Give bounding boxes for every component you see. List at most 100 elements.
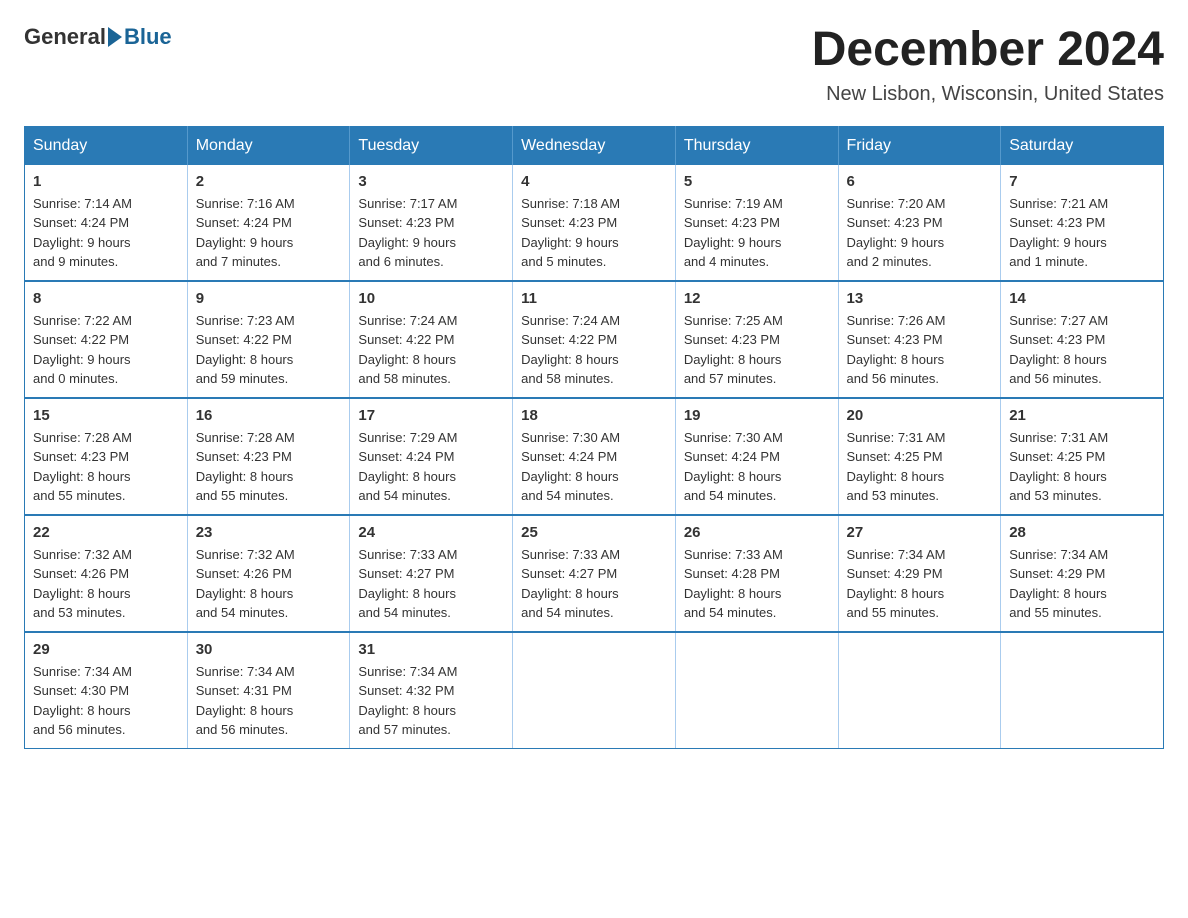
- daylight-text: Daylight: 8 hours: [196, 703, 294, 718]
- day-cell: 20Sunrise: 7:31 AMSunset: 4:25 PMDayligh…: [838, 398, 1001, 515]
- daylight-text: Daylight: 9 hours: [33, 352, 131, 367]
- calendar-header: SundayMondayTuesdayWednesdayThursdayFrid…: [25, 126, 1164, 165]
- day-number: 1: [33, 173, 179, 190]
- day-info: Sunrise: 7:24 AMSunset: 4:22 PMDaylight:…: [358, 311, 504, 389]
- logo-blue: Blue: [124, 24, 172, 50]
- day-info: Sunrise: 7:23 AM Sunset: 4:22 PM Daylight:…: [196, 311, 342, 389]
- page-header: General Blue December 2024 New Lisbon, W…: [24, 24, 1164, 106]
- day-number: 30: [196, 641, 342, 658]
- sunrise-text: Sunrise: 7:24 AM: [521, 313, 620, 328]
- sunset-text: Sunset: 4:29 PM: [847, 566, 943, 581]
- day-info: Sunrise: 7:33 AMSunset: 4:27 PMDaylight:…: [358, 545, 504, 623]
- day-cell: 10Sunrise: 7:24 AMSunset: 4:22 PMDayligh…: [350, 281, 513, 398]
- day-number: 23: [196, 524, 342, 541]
- daylight-minutes-text: and 57 minutes.: [358, 722, 451, 737]
- day-info: Sunrise: 7:14 AMSunset: 4:24 PMDaylight:…: [33, 194, 179, 272]
- sunrise-text: Sunrise: 7:22 AM: [33, 313, 132, 328]
- daylight-text: Daylight: 8 hours: [33, 586, 131, 601]
- header-wednesday: Wednesday: [513, 126, 676, 165]
- header-row: SundayMondayTuesdayWednesdayThursdayFrid…: [25, 126, 1164, 165]
- day-number: 6: [847, 173, 993, 190]
- daylight-minutes-text: and 53 minutes.: [847, 488, 940, 503]
- daylight-text: Daylight: 9 hours: [1009, 235, 1107, 250]
- week-row-5: 29 Sunrise: 7:34 AM Sunset: 4:30 PM Dayligh…: [25, 632, 1164, 749]
- day-cell: 27Sunrise: 7:34 AMSunset: 4:29 PMDayligh…: [838, 515, 1001, 632]
- sunset-text: Sunset: 4:24 PM: [521, 449, 617, 464]
- daylight-minutes-text: and 6 minutes.: [358, 254, 443, 269]
- daylight-minutes-text: and 54 minutes.: [521, 605, 614, 620]
- day-number: 3: [358, 173, 504, 190]
- day-info: Sunrise: 7:25 AMSunset: 4:23 PMDaylight:…: [684, 311, 830, 389]
- calendar-title: December 2024: [812, 24, 1164, 77]
- sunrise-text: Sunrise: 7:32 AM: [33, 547, 132, 562]
- day-cell: 1 Sunrise: 7:14 AMSunset: 4:24 PMDaylight…: [25, 165, 188, 281]
- sunrise-text: Sunrise: 7:33 AM: [521, 547, 620, 562]
- daylight-text: Daylight: 8 hours: [196, 586, 294, 601]
- sunset-text: Sunset: 4:24 PM: [33, 215, 129, 230]
- day-info: Sunrise: 7:27 AMSunset: 4:23 PMDaylight:…: [1009, 311, 1155, 389]
- sunrise-text: Sunrise: 7:24 AM: [358, 313, 457, 328]
- daylight-minutes-text: and 55 minutes.: [33, 488, 126, 503]
- week-row-2: 8Sunrise: 7:22 AMSunset: 4:22 PMDaylight…: [25, 281, 1164, 398]
- daylight-text: Daylight: 8 hours: [1009, 352, 1107, 367]
- day-number: 29: [33, 641, 179, 658]
- daylight-minutes-text: and 54 minutes.: [684, 488, 777, 503]
- sunset-text: Sunset: 4:23 PM: [33, 449, 129, 464]
- day-info: Sunrise: 7:33 AMSunset: 4:27 PMDaylight:…: [521, 545, 667, 623]
- sunset-text: Sunset: 4:23 PM: [847, 332, 943, 347]
- logo-text: General Blue: [24, 24, 172, 50]
- day-number: 21: [1009, 407, 1155, 424]
- daylight-text: Daylight: 9 hours: [33, 235, 131, 250]
- sunset-text: Sunset: 4:22 PM: [196, 332, 292, 347]
- sunset-text: Sunset: 4:23 PM: [847, 215, 943, 230]
- sunset-text: Sunset: 4:32 PM: [358, 683, 454, 698]
- daylight-text: Daylight: 8 hours: [196, 469, 294, 484]
- daylight-minutes-text: and 55 minutes.: [847, 605, 940, 620]
- sunrise-text: Sunrise: 7:19 AM: [684, 196, 783, 211]
- day-info: Sunrise: 7:18 AMSunset: 4:23 PMDaylight:…: [521, 194, 667, 272]
- sunrise-text: Sunrise: 7:16 AM: [196, 196, 295, 211]
- day-cell: 29Sunrise: 7:34 AMSunset: 4:30 PMDayligh…: [25, 632, 188, 749]
- sunrise-text: Sunrise: 7:34 AM: [358, 664, 457, 679]
- daylight-minutes-text: and 5 minutes.: [521, 254, 606, 269]
- daylight-minutes-text: and 2 minutes.: [847, 254, 932, 269]
- daylight-text: Daylight: 8 hours: [684, 469, 782, 484]
- sunset-text: Sunset: 4:28 PM: [684, 566, 780, 581]
- daylight-minutes-text: and 54 minutes.: [684, 605, 777, 620]
- day-cell: 23Sunrise: 7:32 AMSunset: 4:26 PMDayligh…: [187, 515, 350, 632]
- daylight-minutes-text: and 55 minutes.: [1009, 605, 1102, 620]
- day-info: Sunrise: 7:24 AMSunset: 4:22 PMDaylight:…: [521, 311, 667, 389]
- sunset-text: Sunset: 4:23 PM: [521, 215, 617, 230]
- sunrise-text: Sunrise: 7:18 AM: [521, 196, 620, 211]
- day-cell: 21Sunrise: 7:31 AMSunset: 4:25 PMDayligh…: [1001, 398, 1164, 515]
- sunset-text: Sunset: 4:24 PM: [196, 215, 292, 230]
- sunset-text: Sunset: 4:24 PM: [358, 449, 454, 464]
- daylight-minutes-text: and 0 minutes.: [33, 371, 118, 386]
- daylight-minutes-text: and 1 minute.: [1009, 254, 1088, 269]
- sunrise-text: Sunrise: 7:28 AM: [33, 430, 132, 445]
- sunset-text: Sunset: 4:30 PM: [33, 683, 129, 698]
- day-number: 7: [1009, 173, 1155, 190]
- sunset-text: Sunset: 4:22 PM: [33, 332, 129, 347]
- sunrise-text: Sunrise: 7:23 AM: [196, 313, 295, 328]
- daylight-minutes-text: and 54 minutes.: [358, 605, 451, 620]
- daylight-text: Daylight: 8 hours: [33, 469, 131, 484]
- sunset-text: Sunset: 4:27 PM: [358, 566, 454, 581]
- day-cell: 25Sunrise: 7:33 AMSunset: 4:27 PMDayligh…: [513, 515, 676, 632]
- daylight-text: Daylight: 9 hours: [847, 235, 945, 250]
- day-cell: 26Sunrise: 7:33 AMSunset: 4:28 PMDayligh…: [675, 515, 838, 632]
- daylight-text: Daylight: 8 hours: [358, 469, 456, 484]
- day-number: 26: [684, 524, 830, 541]
- daylight-text: Daylight: 8 hours: [358, 352, 456, 367]
- day-info: Sunrise: 7:17 AMSunset: 4:23 PMDaylight:…: [358, 194, 504, 272]
- sunrise-text: Sunrise: 7:34 AM: [847, 547, 946, 562]
- sunset-text: Sunset: 4:23 PM: [358, 215, 454, 230]
- daylight-minutes-text: and 57 minutes.: [684, 371, 777, 386]
- sunset-text: Sunset: 4:29 PM: [1009, 566, 1105, 581]
- sunrise-text: Sunrise: 7:27 AM: [1009, 313, 1108, 328]
- daylight-text: Daylight: 8 hours: [196, 352, 294, 367]
- day-cell: 19Sunrise: 7:30 AMSunset: 4:24 PMDayligh…: [675, 398, 838, 515]
- sunrise-text: Sunrise: 7:31 AM: [1009, 430, 1108, 445]
- daylight-minutes-text: and 56 minutes.: [196, 722, 289, 737]
- sunrise-text: Sunrise: 7:31 AM: [847, 430, 946, 445]
